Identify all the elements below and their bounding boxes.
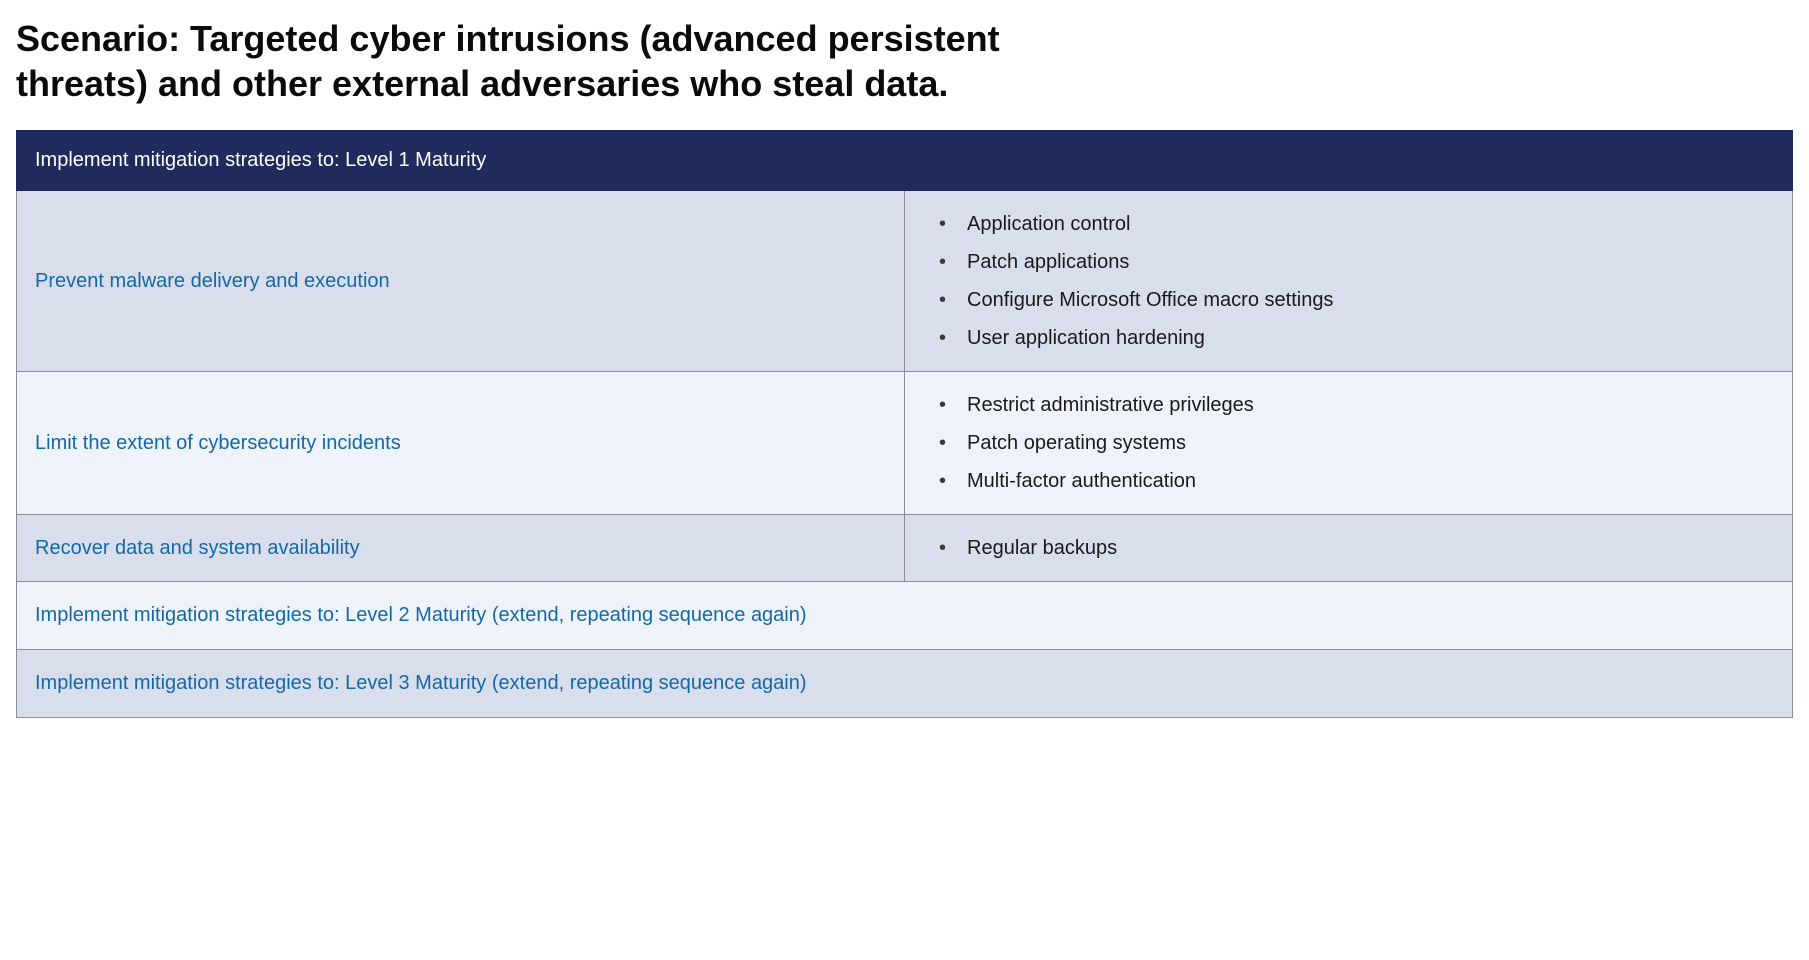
category-prevent-malware[interactable]: Prevent malware delivery and execution [17,191,905,372]
category-limit-incidents[interactable]: Limit the extent of cybersecurity incide… [17,372,905,515]
table-row: Prevent malware delivery and execution A… [17,191,1793,372]
items-limit-incidents: Restrict administrative privileges Patch… [905,372,1793,515]
table-row: Recover data and system availability Reg… [17,515,1793,582]
list-item: Configure Microsoft Office macro setting… [939,281,1774,319]
table-row: Implement mitigation strategies to: Leve… [17,650,1793,718]
list-item: Application control [939,205,1774,243]
list-item: Regular backups [939,529,1774,567]
category-recover-data[interactable]: Recover data and system availability [17,515,905,582]
items-prevent-malware: Application control Patch applications C… [905,191,1793,372]
items-recover-data: Regular backups [905,515,1793,582]
table-row: Implement mitigation strategies to: Leve… [17,582,1793,650]
mitigation-table: Implement mitigation strategies to: Leve… [16,130,1793,718]
list-item: Multi-factor authentication [939,462,1774,500]
table-row: Limit the extent of cybersecurity incide… [17,372,1793,515]
list-item: Patch applications [939,243,1774,281]
list-item: Patch operating systems [939,424,1774,462]
table-header-level1: Implement mitigation strategies to: Leve… [17,131,1793,191]
footer-link-level2[interactable]: Implement mitigation strategies to: Leve… [17,582,1793,650]
list-item: User application hardening [939,319,1774,357]
list-item: Restrict administrative privileges [939,386,1774,424]
scenario-title: Scenario: Targeted cyber intrusions (adv… [16,16,1116,106]
footer-link-level3[interactable]: Implement mitigation strategies to: Leve… [17,650,1793,718]
